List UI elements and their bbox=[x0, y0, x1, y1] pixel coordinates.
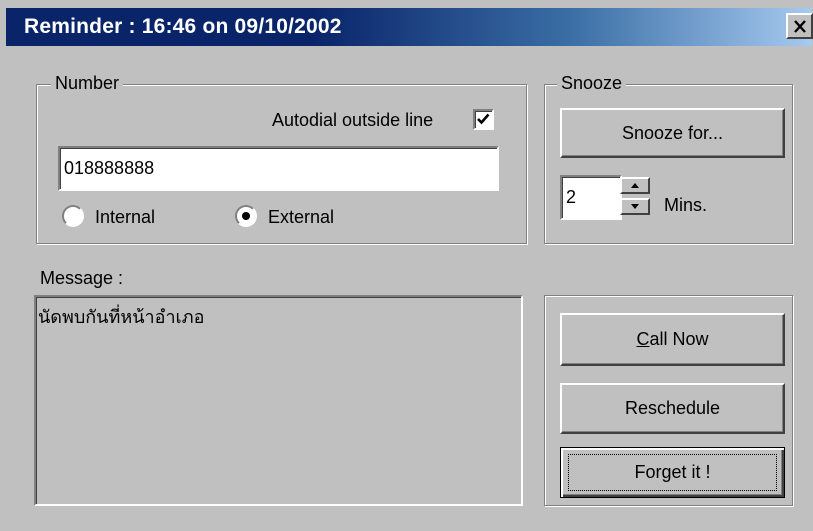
autodial-label: Autodial outside line bbox=[272, 110, 434, 130]
checkmark-icon bbox=[477, 113, 490, 125]
window-title: Reminder : 16:46 on 09/10/2002 bbox=[24, 15, 342, 38]
call-now-button[interactable]: Call Now bbox=[560, 313, 785, 366]
reminder-dialog: Reminder : 16:46 on 09/10/2002 Number Au… bbox=[0, 0, 813, 531]
reschedule-button[interactable]: Reschedule bbox=[560, 383, 785, 434]
arrow-up-icon bbox=[631, 183, 639, 188]
forget-button[interactable]: Forget it ! bbox=[560, 447, 785, 498]
snooze-for-label: Snooze for... bbox=[621, 122, 724, 143]
minutes-input[interactable] bbox=[560, 175, 622, 220]
message-textarea[interactable]: นัดพบกันที่หน้าอำเภอ bbox=[34, 295, 523, 506]
minutes-unit-label: Mins. bbox=[664, 195, 708, 215]
radio-selected-dot bbox=[242, 212, 250, 220]
number-group-label: Number bbox=[51, 73, 124, 94]
call-now-label: Call Now bbox=[636, 329, 709, 349]
spin-down-button[interactable] bbox=[620, 198, 650, 215]
close-icon bbox=[793, 19, 806, 33]
minutes-spinner bbox=[620, 177, 650, 217]
message-text: นัดพบกันที่หน้าอำเภอ bbox=[38, 307, 205, 328]
radio-external[interactable] bbox=[235, 205, 257, 227]
reschedule-label: Reschedule bbox=[624, 398, 721, 418]
focus-rectangle bbox=[568, 454, 777, 491]
phone-number-input[interactable] bbox=[58, 146, 499, 191]
arrow-down-icon bbox=[631, 204, 639, 209]
snooze-for-button[interactable]: Snooze for... bbox=[560, 108, 785, 158]
radio-internal[interactable] bbox=[62, 205, 84, 227]
close-button[interactable] bbox=[786, 13, 813, 39]
radio-external-label: External bbox=[268, 207, 335, 227]
message-label: Message : bbox=[40, 268, 124, 288]
snooze-group-label: Snooze bbox=[557, 73, 627, 94]
spin-up-button[interactable] bbox=[620, 177, 650, 194]
autodial-checkbox[interactable] bbox=[473, 109, 494, 130]
radio-internal-label: Internal bbox=[95, 207, 156, 227]
title-bar[interactable]: Reminder : 16:46 on 09/10/2002 bbox=[6, 8, 813, 46]
